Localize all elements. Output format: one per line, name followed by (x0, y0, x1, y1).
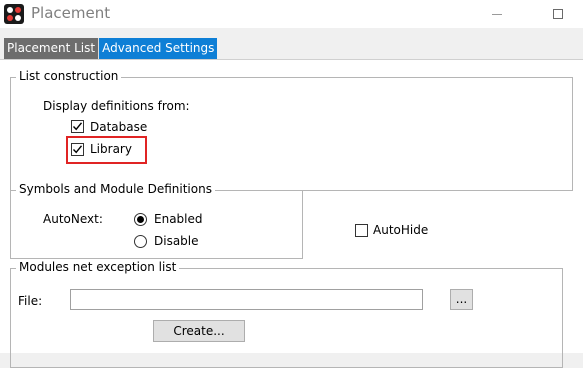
autohide-checkbox[interactable] (355, 224, 368, 237)
tab-strip: Placement List Advanced Settings (4, 38, 218, 59)
file-path-input[interactable] (70, 289, 423, 310)
autonext-disable-label: Disable (154, 234, 199, 248)
modules-net-exception-legend: Modules net exception list (16, 260, 180, 275)
browse-file-button[interactable]: ... (450, 289, 473, 310)
minimize-button[interactable] (474, 0, 520, 28)
title-bar: Placement (0, 0, 583, 28)
radio-selected-dot (137, 216, 144, 223)
display-definitions-label: Display definitions from: (43, 99, 190, 113)
file-label: File: (18, 294, 43, 308)
autonext-enabled-radio[interactable] (134, 213, 147, 226)
placement-app-icon (4, 4, 24, 24)
autonext-label: AutoNext: (43, 212, 103, 226)
library-label: Library (90, 142, 132, 156)
database-label: Database (90, 120, 148, 134)
tab-placement-list[interactable]: Placement List (4, 38, 100, 59)
window-title: Placement (31, 4, 111, 22)
maximize-button[interactable] (535, 0, 581, 28)
advanced-settings-panel: List construction Display definitions fr… (0, 59, 583, 368)
tab-advanced-settings[interactable]: Advanced Settings (99, 38, 218, 59)
symbols-module-legend: Symbols and Module Definitions (16, 182, 215, 197)
checkmark-icon (72, 122, 83, 131)
library-checkbox[interactable] (71, 143, 84, 156)
list-construction-legend: List construction (16, 69, 122, 84)
database-checkbox[interactable] (71, 120, 84, 133)
autonext-enabled-label: Enabled (154, 212, 203, 226)
checkmark-icon (72, 145, 83, 154)
autohide-label: AutoHide (373, 223, 429, 237)
minimize-icon (492, 13, 502, 15)
maximize-icon (553, 9, 563, 19)
create-button[interactable]: Create... (153, 320, 245, 342)
autonext-disable-radio[interactable] (134, 235, 147, 248)
modules-net-exception-group: Modules net exception list (10, 260, 563, 368)
